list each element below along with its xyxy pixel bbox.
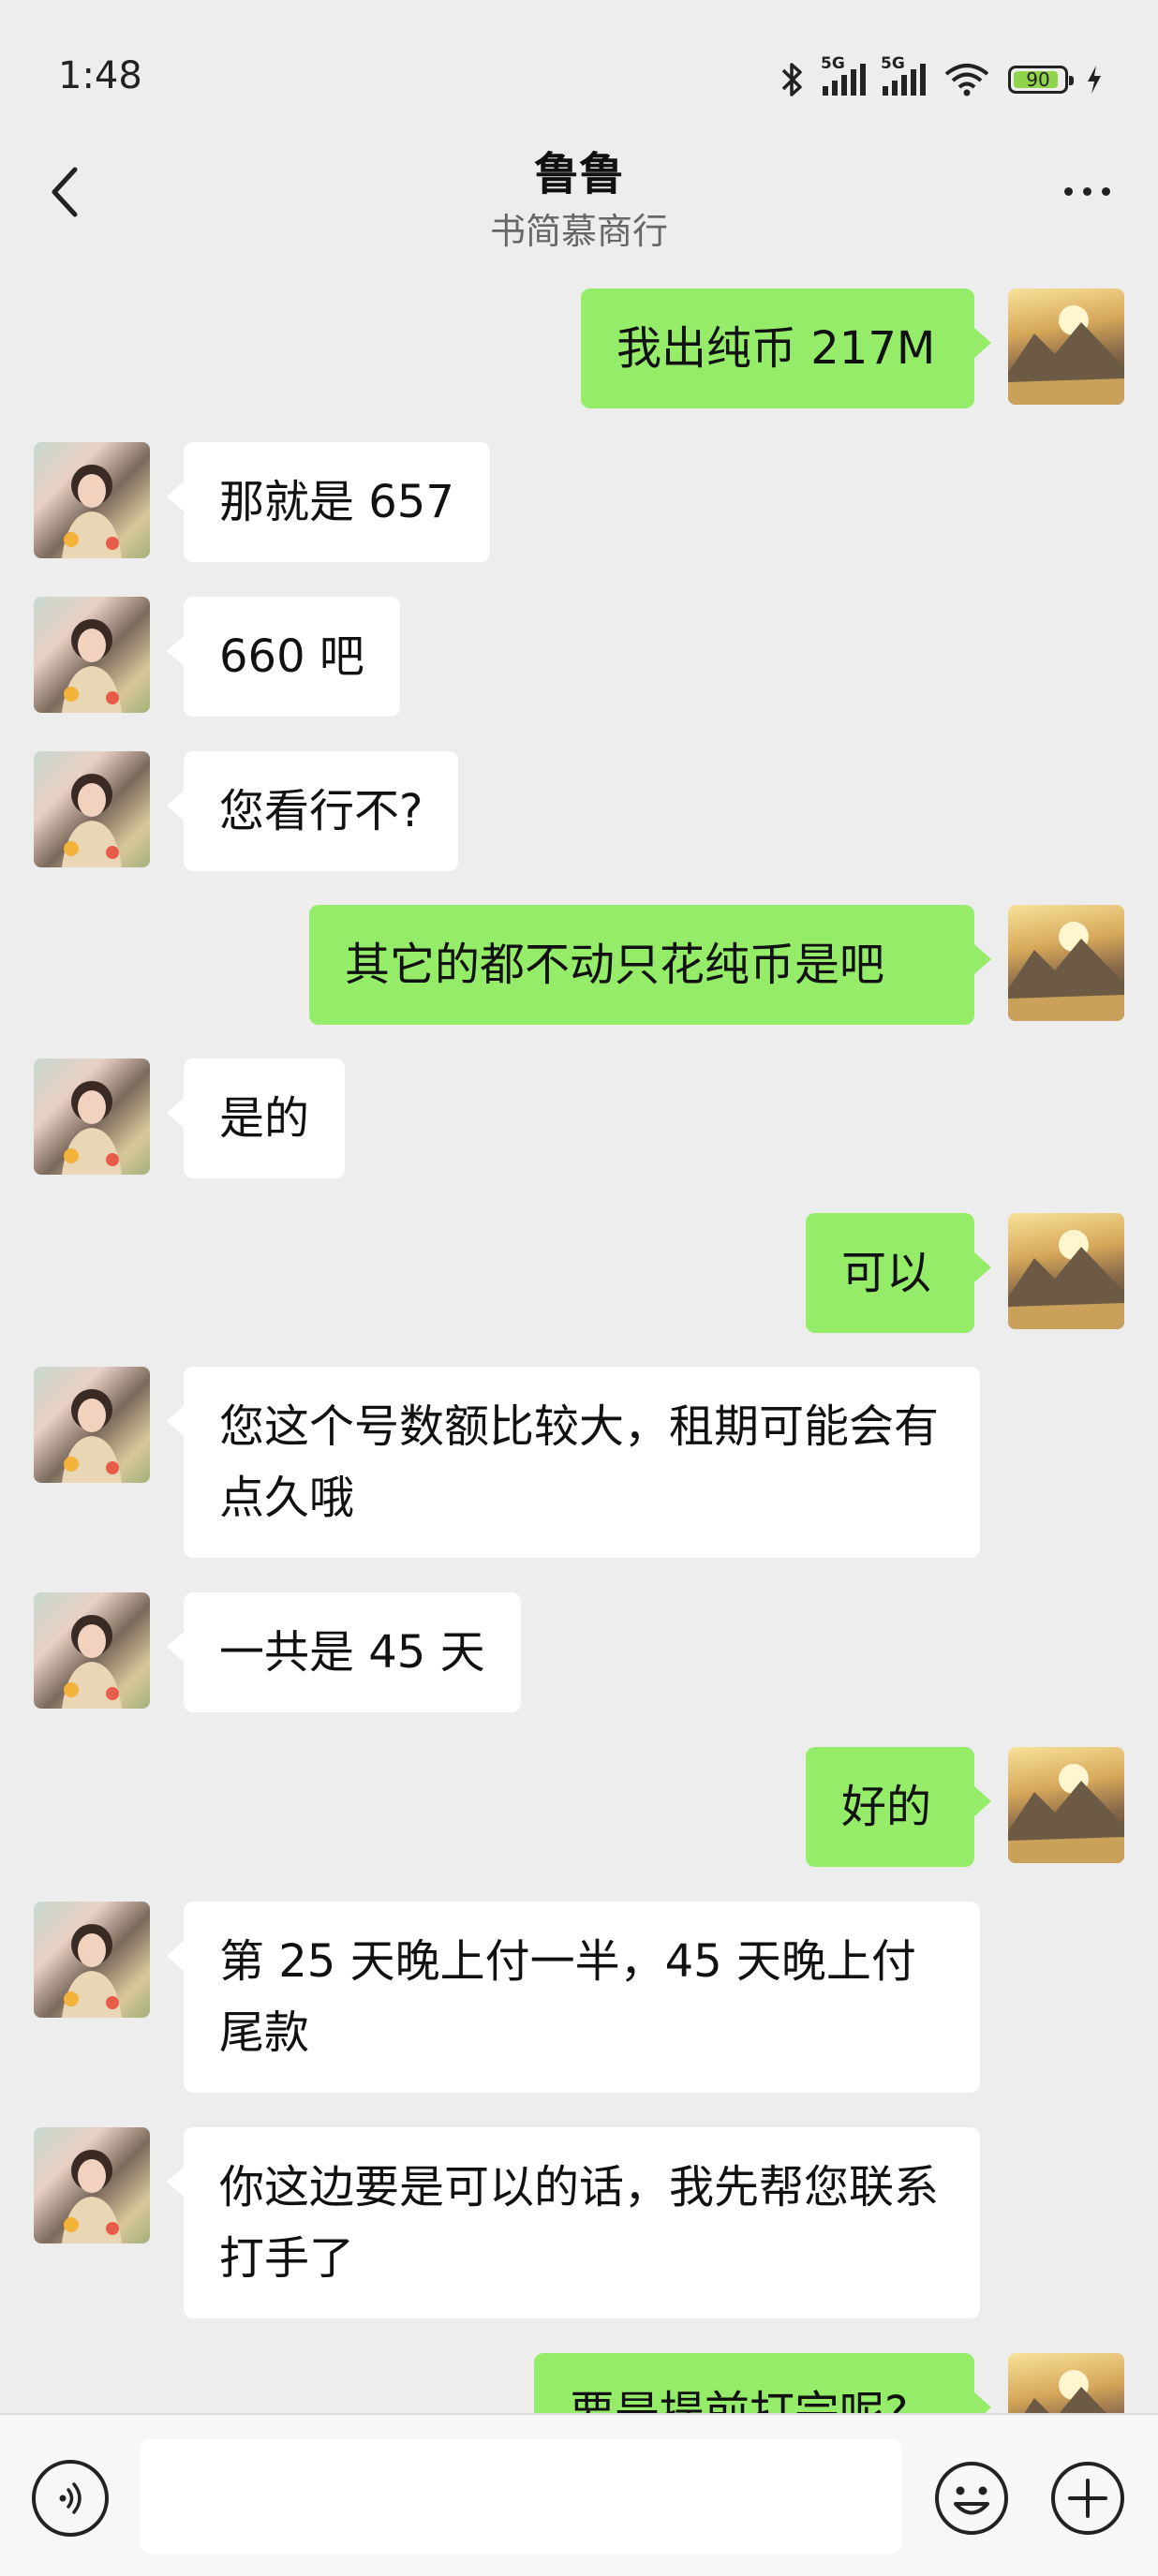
message-input[interactable] bbox=[141, 2439, 901, 2554]
charging-icon bbox=[1088, 66, 1101, 94]
emoji-button[interactable] bbox=[933, 2460, 1010, 2537]
chat-title: 鲁鲁 bbox=[533, 148, 624, 200]
contact-avatar[interactable] bbox=[34, 1367, 150, 1483]
my-avatar[interactable] bbox=[1008, 905, 1124, 1021]
message-bubble[interactable]: 其它的都不动只花纯币是吧 bbox=[309, 905, 991, 1025]
emoji-icon bbox=[935, 2462, 1008, 2535]
contact-avatar[interactable] bbox=[34, 2127, 150, 2243]
more-dots-icon bbox=[1063, 186, 1073, 196]
message-bubble[interactable]: 是的 bbox=[166, 1059, 346, 1178]
input-bar bbox=[0, 2413, 1158, 2576]
contact-avatar[interactable] bbox=[34, 442, 150, 558]
chat-header: 鲁鲁 书简慕商行 bbox=[0, 131, 1158, 262]
wifi-icon bbox=[944, 64, 989, 96]
message-row-outgoing: 要是提前打完呢? bbox=[0, 2353, 1158, 2413]
plus-circle-icon bbox=[1051, 2462, 1124, 2535]
battery-icon: 90 bbox=[1008, 66, 1074, 94]
my-avatar[interactable] bbox=[1008, 2353, 1124, 2413]
plus-button[interactable] bbox=[1049, 2460, 1126, 2537]
my-avatar[interactable] bbox=[1008, 289, 1124, 405]
message-list[interactable]: 我出纯币 217M 那就是 657 660 吧您看行不? 其它的都不动只花纯币是吧是的… bbox=[0, 262, 1158, 2413]
status-bar: 1:48 5G 5G 90 bbox=[0, 0, 1158, 141]
chat-subtitle: 书简慕商行 bbox=[489, 211, 668, 252]
contact-avatar[interactable] bbox=[34, 751, 150, 867]
my-avatar[interactable] bbox=[1008, 1213, 1124, 1329]
more-button[interactable] bbox=[1049, 172, 1124, 210]
message-bubble[interactable]: 那就是 657 bbox=[167, 442, 490, 562]
contact-avatar[interactable] bbox=[34, 1592, 150, 1709]
message-bubble[interactable]: 我出纯币 217M bbox=[581, 289, 991, 408]
message-bubble[interactable]: 第 25 天晚上付一半，45 天晚上付尾款 bbox=[167, 1902, 980, 2093]
message-bubble[interactable]: 你这边要是可以的话，我先帮您联系打手了 bbox=[167, 2127, 980, 2318]
message-row-incoming: 您这个号数额比较大，租期可能会有点久哦 bbox=[0, 1367, 1158, 1573]
signal-icon-2: 5G bbox=[881, 54, 926, 96]
network-type-1: 5G bbox=[821, 54, 845, 73]
message-bubble[interactable]: 可以 bbox=[806, 1213, 991, 1333]
network-type-2: 5G bbox=[881, 54, 905, 73]
status-time: 1:48 bbox=[58, 54, 142, 97]
contact-avatar[interactable] bbox=[34, 1902, 150, 2018]
bluetooth-icon bbox=[781, 63, 802, 96]
message-bubble[interactable]: 您这个号数额比较大，租期可能会有点久哦 bbox=[167, 1367, 980, 1558]
message-bubble[interactable]: 您看行不? bbox=[166, 751, 459, 871]
message-row-incoming: 你这边要是可以的话，我先帮您联系打手了 bbox=[0, 2127, 1158, 2333]
battery-percent: 90 bbox=[1026, 68, 1050, 91]
message-row-incoming: 第 25 天晚上付一半，45 天晚上付尾款 bbox=[0, 1902, 1158, 2108]
voice-icon bbox=[59, 2482, 82, 2514]
voice-button[interactable] bbox=[32, 2460, 109, 2537]
message-bubble[interactable]: 660 吧 bbox=[167, 597, 400, 717]
signal-icon-1: 5G bbox=[821, 54, 866, 96]
my-avatar[interactable] bbox=[1008, 1747, 1124, 1863]
status-icons: 5G 5G 90 bbox=[778, 54, 1104, 101]
message-bubble[interactable]: 好的 bbox=[806, 1747, 991, 1867]
message-bubble[interactable]: 要是提前打完呢? bbox=[534, 2353, 991, 2413]
contact-avatar[interactable] bbox=[34, 597, 150, 713]
contact-avatar[interactable] bbox=[34, 1059, 150, 1175]
message-bubble[interactable]: 一共是 45 天 bbox=[167, 1592, 521, 1712]
